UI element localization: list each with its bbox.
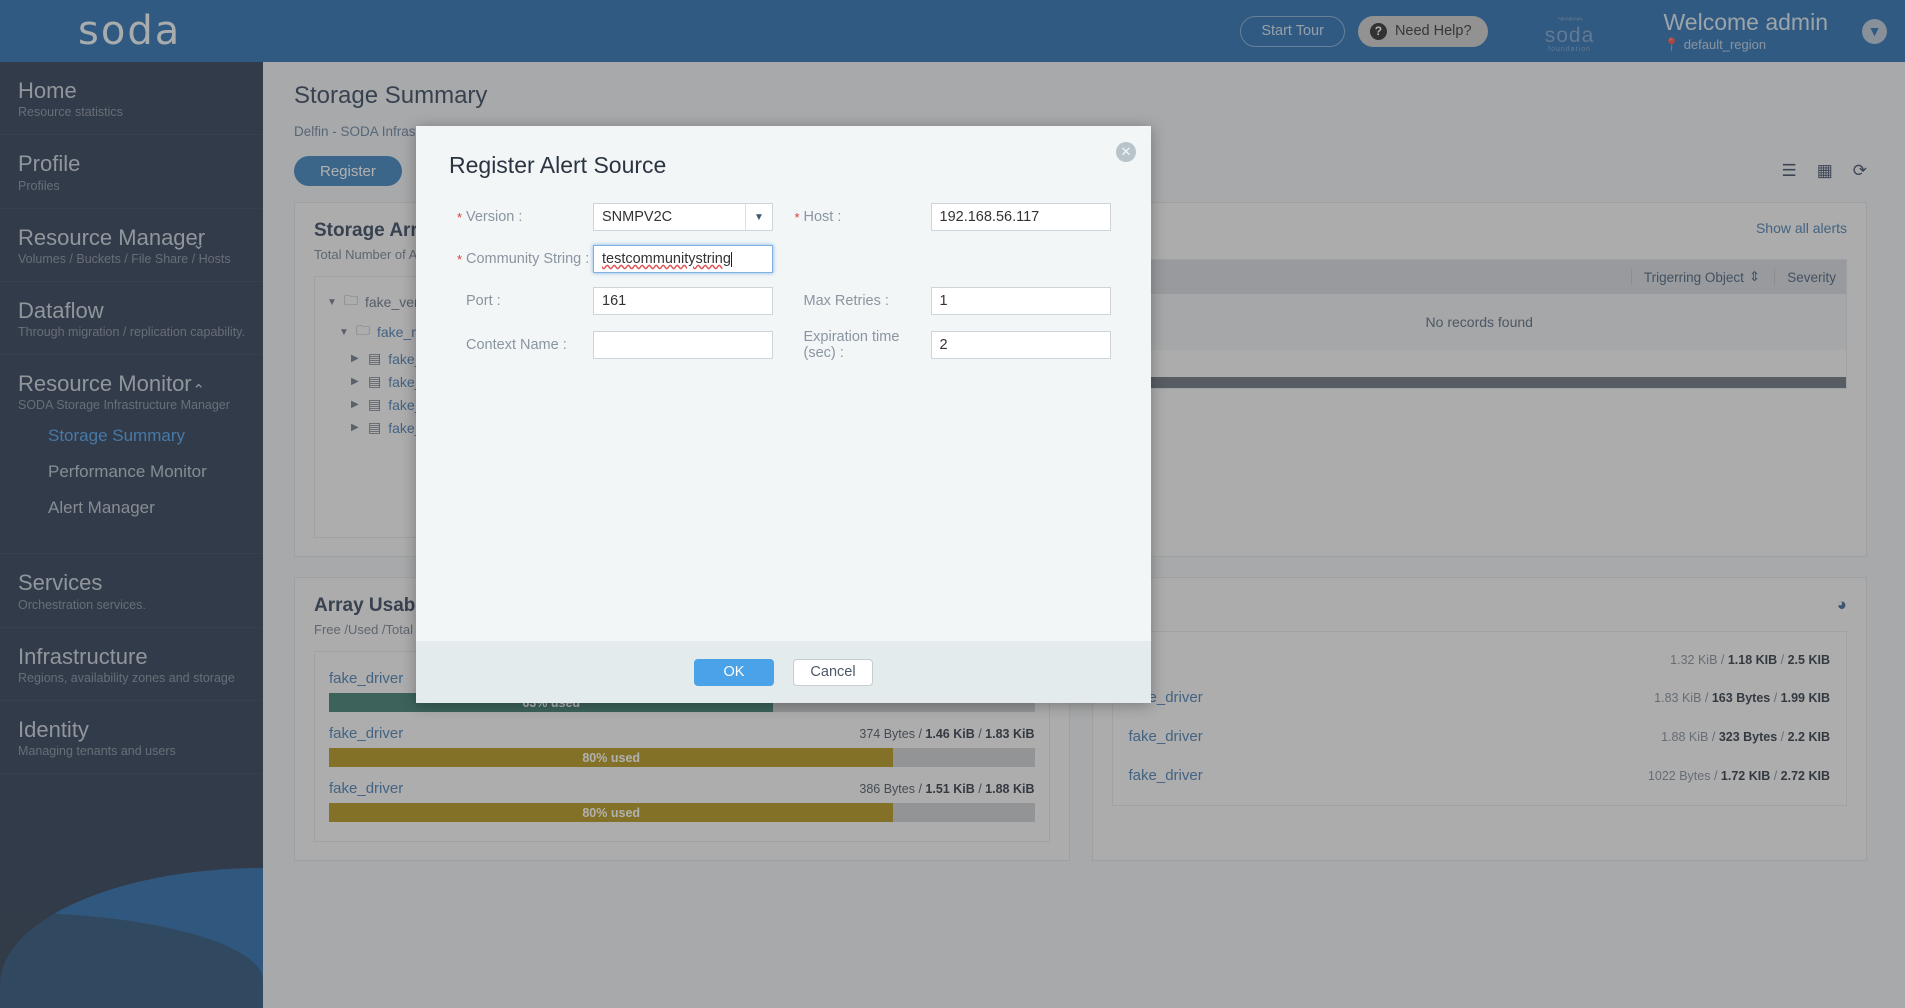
field-context-name: Context Name : xyxy=(443,331,781,359)
expiration-time-input[interactable] xyxy=(930,331,1111,359)
label-text: Port : xyxy=(466,293,501,309)
field-host: * Host : xyxy=(781,203,1119,231)
form-row-port-retries: Port : Max Retries : xyxy=(443,287,1118,315)
label-text: Community String : xyxy=(466,251,590,267)
version-select[interactable]: SNMPV2C ▼ xyxy=(593,203,773,231)
text-caret xyxy=(730,251,732,267)
label-text: Max Retries : xyxy=(803,293,889,309)
chevron-down-icon[interactable]: ▼ xyxy=(745,204,772,230)
label-text: Context Name : xyxy=(466,337,567,353)
field-community-string: * Community String : testcommunitystring xyxy=(443,245,781,273)
ok-button[interactable]: OK xyxy=(694,658,774,686)
cancel-button[interactable]: Cancel xyxy=(793,658,873,686)
label-text: Host : xyxy=(803,209,842,225)
required-asterisk-icon: * xyxy=(457,252,463,267)
form-row-context-expiration: Context Name : Expiration time (sec) : xyxy=(443,329,1118,361)
community-string-value: testcommunitystring xyxy=(602,251,731,267)
context-name-input[interactable] xyxy=(593,331,773,359)
field-expiration-time: Expiration time (sec) : xyxy=(781,329,1119,361)
close-icon[interactable]: ✕ xyxy=(1116,142,1136,162)
form-row-community: * Community String : testcommunitystring xyxy=(443,245,1118,273)
label-text: Version : xyxy=(466,209,523,225)
port-label: Port : xyxy=(443,293,593,309)
field-max-retries: Max Retries : xyxy=(781,287,1119,315)
required-asterisk-icon: * xyxy=(457,210,463,225)
version-label: * Version : xyxy=(443,209,593,225)
max-retries-label: Max Retries : xyxy=(781,293,931,309)
community-string-input[interactable]: testcommunitystring xyxy=(593,245,773,273)
host-input[interactable] xyxy=(930,203,1111,231)
field-port: Port : xyxy=(443,287,781,315)
register-alert-source-dialog: ✕ Register Alert Source * Version : SNMP… xyxy=(416,126,1151,703)
expiration-time-label: Expiration time (sec) : xyxy=(781,329,931,361)
dialog-body: * Version : SNMPV2C ▼ * Host : 192.168.5… xyxy=(416,179,1151,641)
field-version: * Version : SNMPV2C ▼ xyxy=(443,203,781,231)
max-retries-input[interactable] xyxy=(930,287,1111,315)
app-root: soda Start Tour ? Need Help? ⌁⌁⌁ soda fo… xyxy=(0,0,1905,1008)
required-asterisk-icon: * xyxy=(794,210,800,225)
port-input[interactable] xyxy=(593,287,773,315)
context-name-label: Context Name : xyxy=(443,337,593,353)
version-value: SNMPV2C xyxy=(602,209,673,225)
label-text: Expiration time (sec) : xyxy=(803,329,900,361)
form-row-version-host: * Version : SNMPV2C ▼ * Host : xyxy=(443,203,1118,231)
dialog-title: Register Alert Source xyxy=(449,152,667,178)
host-label: * Host : xyxy=(781,209,931,225)
dialog-footer: OK Cancel xyxy=(416,641,1151,703)
community-string-label: * Community String : xyxy=(443,251,593,267)
